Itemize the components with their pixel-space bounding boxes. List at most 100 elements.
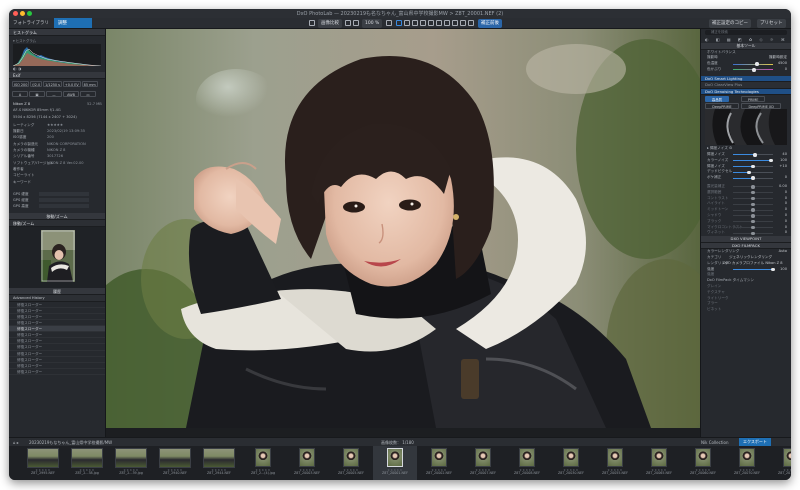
mode-hq-button[interactable]: 高品質 [705, 96, 729, 103]
filmstrip-thumb[interactable]: ★★★★★ Z8T_20008.NEF [505, 446, 549, 480]
filmstrip-thumb[interactable]: ★★★★★ Z8T_20070.NEF [725, 446, 769, 480]
meta-row[interactable]: キーワード [9, 179, 105, 185]
filmstrip-thumb[interactable]: ★★★★★ Z8T_2944.NEF [197, 446, 241, 480]
filmstrip-thumb[interactable]: ★★★★★ Z8T_2...39.jpg [109, 446, 153, 480]
clip-warning-icon[interactable]: ◐ ◑ [13, 66, 21, 71]
filmstrip-thumb[interactable]: ★★★★★ Z8T_20007.NEF [461, 446, 505, 480]
close-window-button[interactable] [13, 11, 18, 16]
perspective-icon[interactable] [412, 20, 418, 26]
exif-summary: ISO 200 f/2.0 1/1250 s +0.0 EV 85 mm [9, 79, 105, 90]
thumb-image [783, 448, 791, 467]
histogram-header[interactable]: ヒストグラム [9, 29, 105, 36]
tone-row[interactable]: ヴィネット 0 [701, 230, 791, 236]
grid-icon[interactable] [468, 20, 474, 26]
preset-button[interactable]: プリセット [757, 19, 786, 28]
filmstrip-thumb[interactable]: ★★★★★ Z8T_2995.NEF [21, 446, 65, 480]
image-viewer[interactable] [106, 29, 700, 437]
filmstrip-thumb[interactable]: ★★★★★ Z8T_20055.NEF [593, 446, 637, 480]
copy-settings-button[interactable]: 補正設定のコピー [709, 19, 751, 28]
filmstrip-thumb[interactable]: ★★★★★Z8T_20105.NEF [769, 446, 791, 480]
export-button[interactable]: エクスポート [739, 438, 771, 446]
navigator-thumbnail[interactable] [41, 229, 75, 282]
extra-row[interactable]: ビネット [701, 307, 791, 313]
horizon-icon[interactable] [404, 20, 410, 26]
zoom-window-button[interactable] [27, 11, 32, 16]
mask-icon[interactable] [452, 20, 458, 26]
thumb-image [387, 448, 403, 467]
denoise-preview[interactable] [705, 109, 787, 146]
repair-icon[interactable] [420, 20, 426, 26]
thumb-filename: Z8T_2944.NEF [207, 471, 231, 475]
folder-icon[interactable]: ⌂ ▸ [13, 440, 19, 445]
histogram-icon[interactable] [309, 20, 315, 26]
filmstrip-thumb[interactable]: ★★★★★ Z8T_2...(4).jpg [241, 446, 285, 480]
thumb-image [475, 448, 491, 467]
minimize-window-button[interactable] [20, 11, 25, 16]
compare-button[interactable]: 画像比較 [318, 19, 342, 28]
zoom-in-icon[interactable] [386, 20, 392, 26]
thumb-image [563, 448, 579, 467]
history-dropdown[interactable]: Advanced History [9, 294, 105, 302]
mode-deepprime-button[interactable]: DeepPRIME [705, 103, 739, 110]
denoise-modes: 高品質 PRIME DeepPRIME DeepPRIME XD [701, 95, 791, 110]
filmstrip-thumb[interactable]: ★★★★★ Z8T_20060.NEF [681, 446, 725, 480]
thumb-filename: Z8T_20060.NEF [690, 471, 716, 475]
filmstrip-thumb[interactable]: ★★★★★ Z8T_20030.NEF [549, 446, 593, 480]
app-window: DxO PhotoLab — 20230219も名なちゃん_富山県中学校撮影MW… [9, 9, 791, 480]
zoom-select[interactable]: 100 % [362, 19, 383, 28]
thumb-filename: Z8T_2940.NEF [163, 471, 187, 475]
history-header[interactable]: 履歴 [9, 287, 105, 295]
filmstrip: ★★★★★ Z8T_2995.NEF ★★★★★ Z8T_2...38.jpg ★★★★… [9, 446, 791, 480]
eye-icon[interactable] [460, 20, 466, 26]
exposure-mode-icon: — [46, 91, 62, 97]
right-panel: 補正を検索 ◐ ◧ ▦ ◩ ✿ ◇ ☼ ⌘ ▤ 基本ツール ホワイトバランス 撮… [700, 29, 791, 437]
thumb-filename: Z8T_20055.NEF [602, 471, 628, 475]
filmstrip-thumb[interactable]: ★★★★★ Z8T_20065.NEF [637, 446, 681, 480]
filmstrip-thumb[interactable]: ★★★★★ Z8T_20005.NEF [329, 446, 373, 480]
filmstrip-bar: ⌂ ▸ 20230219もなちゃん_富山県中学校撮影/MW 画像枚数： 1/18… [9, 437, 791, 446]
filmstrip-thumb[interactable]: ★★★★★ Z8T_2940.NEF [153, 446, 197, 480]
histogram-section: ▾ ヒストグラム ◐ ◑ [9, 36, 105, 72]
fit-icon[interactable] [345, 20, 351, 26]
thumb-image [651, 448, 667, 467]
tab-customize[interactable]: 調整 [54, 18, 92, 28]
thumb-filename: Z8T_2...(4).jpg [250, 471, 276, 475]
search-input[interactable]: 補正を検索 [705, 30, 787, 35]
thumb-image [519, 448, 535, 467]
thumb-image [695, 448, 711, 467]
thumb-filename: Z8T_20030.NEF [558, 471, 584, 475]
thumb-filename: Z8T_2...38.jpg [75, 471, 99, 475]
thumb-filename: Z8T_20007.NEF [470, 471, 496, 475]
mode-prime-button[interactable]: PRIME [741, 96, 766, 103]
thumb-image [299, 448, 315, 467]
thumb-image [203, 448, 235, 468]
denoise-slider[interactable]: ボケ補正 0 [701, 175, 791, 181]
palette-icons[interactable]: ◐ ◧ ▦ ◩ ✿ ◇ ☼ ⌘ ▤ [701, 36, 791, 43]
exif-mode-icons: A ▣ — AWB ▭ [9, 90, 105, 101]
tab-photo-library[interactable]: フォトライブラリ [9, 18, 49, 28]
filmstrip-thumb[interactable]: ★★★★★ Z8T_20001.NEF [373, 446, 417, 480]
mode-deepprimexd-button[interactable]: DeepPRIME XD [741, 103, 782, 110]
wb-icon: AWB [63, 91, 79, 97]
search-area: 補正を検索 [701, 29, 791, 36]
thumb-filename: Z8T_20002.NEF [426, 471, 452, 475]
zoom-out-icon[interactable] [353, 20, 359, 26]
before-after-button[interactable]: 補正前後 [478, 19, 502, 28]
wb-tint-slider[interactable]: 色かぶり 0 [701, 67, 791, 73]
local-adjust-icon[interactable] [428, 20, 434, 26]
filmstrip-thumb[interactable]: ★★★★★ Z8T_20003.NEF [285, 446, 329, 480]
nik-collection-button[interactable]: Nik Collection [701, 440, 728, 445]
redeye-icon[interactable] [436, 20, 442, 26]
drive-icon: ▭ [80, 91, 96, 97]
filmstrip-thumb[interactable]: ★★★★★ Z8T_2...38.jpg [65, 446, 109, 480]
main-photo[interactable] [106, 29, 700, 428]
tone-list: 露光量補正 0.00 選択範囲 0 コントラスト 0 ハイライト 0 ミッドトーン 0 シ… [701, 184, 791, 236]
navigator-subheader: 移動/ズーム [9, 219, 105, 227]
filmstrip-thumb[interactable]: ★★★★★ Z8T_20002.NEF [417, 446, 461, 480]
exif-header[interactable]: Exif [9, 72, 105, 79]
navigator-header[interactable]: 移動/ズーム [9, 212, 105, 220]
picker-icon[interactable] [444, 20, 450, 26]
history-item[interactable]: 修復スローダー [9, 369, 105, 375]
metering-icon: ▣ [29, 91, 45, 97]
crop-icon[interactable] [396, 20, 402, 26]
